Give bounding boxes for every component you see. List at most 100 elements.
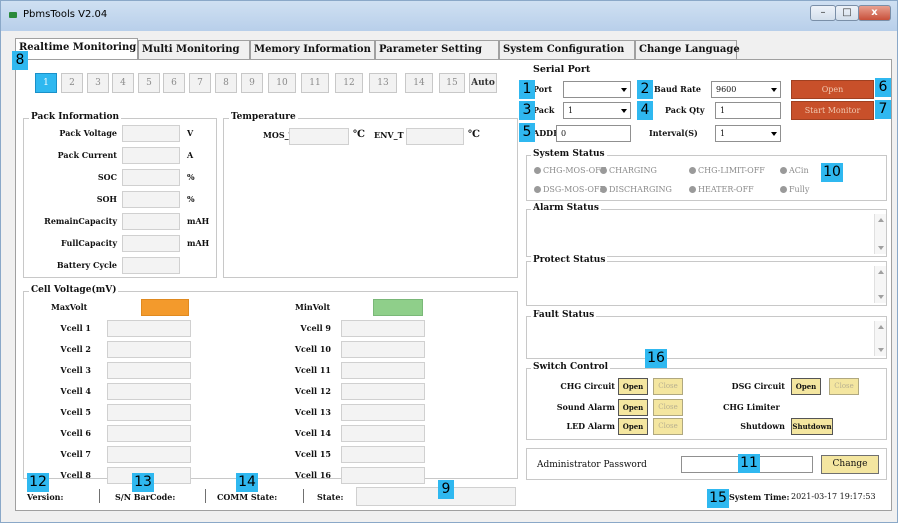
led-close-button[interactable]: Close bbox=[653, 418, 683, 435]
vcell-value bbox=[107, 446, 191, 463]
vcell-value bbox=[107, 362, 191, 379]
vcell-value bbox=[341, 362, 425, 379]
cell-button-3[interactable]: 3 bbox=[87, 73, 109, 93]
interval-select[interactable]: 1 bbox=[715, 125, 781, 142]
cell-button-11[interactable]: 11 bbox=[301, 73, 329, 93]
callout-badge-3: 3 bbox=[519, 101, 535, 120]
status-chg-limit-off: CHG-LIMIT-OFF bbox=[689, 166, 765, 175]
cell-button-9[interactable]: 9 bbox=[241, 73, 263, 93]
vcell-label: Vcell 4 bbox=[60, 386, 91, 396]
fault-scrollbar[interactable] bbox=[874, 321, 886, 356]
title-bar: PbmsTools V2.04 – □ x bbox=[1, 1, 897, 31]
pack-info-label: Battery Cycle bbox=[56, 260, 117, 270]
pack-info-value bbox=[122, 235, 180, 252]
baud-rate-select[interactable]: 9600 bbox=[711, 81, 781, 98]
admin-password-label: Administrator Password bbox=[537, 460, 647, 470]
cell-button-5[interactable]: 5 bbox=[138, 73, 160, 93]
pack-info-label: Pack Voltage bbox=[59, 128, 117, 138]
comm-state-label: COMM State: bbox=[217, 492, 278, 502]
addr-input[interactable]: 0 bbox=[556, 125, 631, 142]
status-charging: CHARGING bbox=[600, 166, 657, 175]
dsg-close-button[interactable]: Close bbox=[829, 378, 859, 395]
dsg-open-button[interactable]: Open bbox=[791, 378, 821, 395]
pack-info-value bbox=[122, 125, 180, 142]
switch-control-title: Switch Control bbox=[531, 362, 611, 372]
vcell-value bbox=[341, 467, 425, 484]
vcell-label: Vcell 3 bbox=[60, 365, 91, 375]
close-button[interactable]: x bbox=[858, 5, 891, 21]
pack-info-unit: mAH bbox=[187, 238, 210, 248]
tab-system-configuration[interactable]: System Configuration bbox=[499, 40, 635, 59]
tab-change-language[interactable]: Change Language bbox=[635, 40, 740, 59]
system-status-title: System Status bbox=[531, 149, 607, 159]
min-volt-label: MinVolt bbox=[295, 302, 331, 312]
dsg-circuit-label: DSG Circuit bbox=[731, 381, 785, 391]
status-heater-off: HEATER-OFF bbox=[689, 185, 754, 194]
tab-realtime-monitoring[interactable]: Realtime Monitoring bbox=[15, 38, 138, 59]
vcell-label: Vcell 9 bbox=[300, 323, 331, 333]
sound-close-button[interactable]: Close bbox=[653, 399, 683, 416]
tab-parameter-setting[interactable]: Parameter Setting bbox=[375, 40, 499, 59]
callout-badge-9: 9 bbox=[438, 480, 454, 499]
protect-status-title: Protect Status bbox=[531, 255, 608, 265]
vcell-value bbox=[107, 425, 191, 442]
status-dot-icon bbox=[534, 167, 541, 174]
cell-button-14[interactable]: 14 bbox=[405, 73, 433, 93]
vcell-label: Vcell 12 bbox=[294, 386, 331, 396]
vcell-value bbox=[107, 320, 191, 337]
cell-button-13[interactable]: 13 bbox=[369, 73, 397, 93]
system-time-value: 2021-03-17 19:17:53 bbox=[791, 492, 876, 501]
cell-button-8[interactable]: 8 bbox=[215, 73, 237, 93]
status-dot-icon bbox=[534, 186, 541, 193]
vcell-label: Vcell 11 bbox=[294, 365, 331, 375]
alarm-scrollbar[interactable] bbox=[874, 214, 886, 254]
vcell-value bbox=[341, 404, 425, 421]
cell-button-15[interactable]: 15 bbox=[439, 73, 465, 93]
vcell-value bbox=[341, 425, 425, 442]
separator bbox=[99, 489, 100, 503]
cell-button-4[interactable]: 4 bbox=[112, 73, 134, 93]
callout-badge-10: 10 bbox=[821, 163, 843, 182]
tab-memory-information[interactable]: Memory Information bbox=[250, 40, 375, 59]
maximize-button[interactable]: □ bbox=[835, 5, 859, 21]
temperature-title: Temperature bbox=[229, 112, 298, 122]
pack-select[interactable]: 1 bbox=[563, 102, 631, 119]
callout-badge-4: 4 bbox=[637, 101, 653, 120]
shutdown-button[interactable]: Shutdown bbox=[791, 418, 833, 435]
cell-button-12[interactable]: 12 bbox=[335, 73, 363, 93]
port-select[interactable] bbox=[563, 81, 631, 98]
mos-temp-unit: ℃ bbox=[353, 129, 365, 140]
vcell-label: Vcell 7 bbox=[60, 449, 91, 459]
callout-badge-6: 6 bbox=[875, 78, 891, 97]
cell-button-7[interactable]: 7 bbox=[189, 73, 211, 93]
vcell-value bbox=[341, 446, 425, 463]
protect-scrollbar[interactable] bbox=[874, 266, 886, 303]
start-monitor-button[interactable]: Start Monitor bbox=[791, 101, 874, 120]
cell-button-2[interactable]: 2 bbox=[61, 73, 83, 93]
cell-button-1[interactable]: 1 bbox=[35, 73, 57, 93]
tab-multi-monitoring[interactable]: Multi Monitoring bbox=[138, 40, 250, 59]
chg-close-button[interactable]: Close bbox=[653, 378, 683, 395]
cell-button-10[interactable]: 10 bbox=[268, 73, 296, 93]
pack-qty-label: Pack Qty bbox=[665, 105, 705, 115]
chg-open-button[interactable]: Open bbox=[618, 378, 648, 395]
app-icon bbox=[9, 12, 17, 18]
pack-info-value bbox=[122, 257, 180, 274]
vcell-label: Vcell 15 bbox=[294, 449, 331, 459]
status-acin: ACin bbox=[780, 166, 809, 175]
pack-info-label: Pack Current bbox=[57, 150, 117, 160]
change-password-button[interactable]: Change bbox=[821, 455, 879, 474]
pack-info-unit: mAH bbox=[187, 216, 210, 226]
vcell-value bbox=[107, 341, 191, 358]
minimize-button[interactable]: – bbox=[810, 5, 836, 21]
pack-info-title: Pack Information bbox=[29, 112, 122, 122]
open-port-button[interactable]: Open bbox=[791, 80, 874, 99]
callout-badge-15: 15 bbox=[707, 489, 729, 508]
led-open-button[interactable]: Open bbox=[618, 418, 648, 435]
pack-qty-input[interactable]: 1 bbox=[715, 102, 781, 119]
status-dot-icon bbox=[780, 167, 787, 174]
cell-button-6[interactable]: 6 bbox=[163, 73, 185, 93]
sound-open-button[interactable]: Open bbox=[618, 399, 648, 416]
cell-auto-button[interactable]: Auto bbox=[469, 73, 497, 93]
separator bbox=[205, 489, 206, 503]
